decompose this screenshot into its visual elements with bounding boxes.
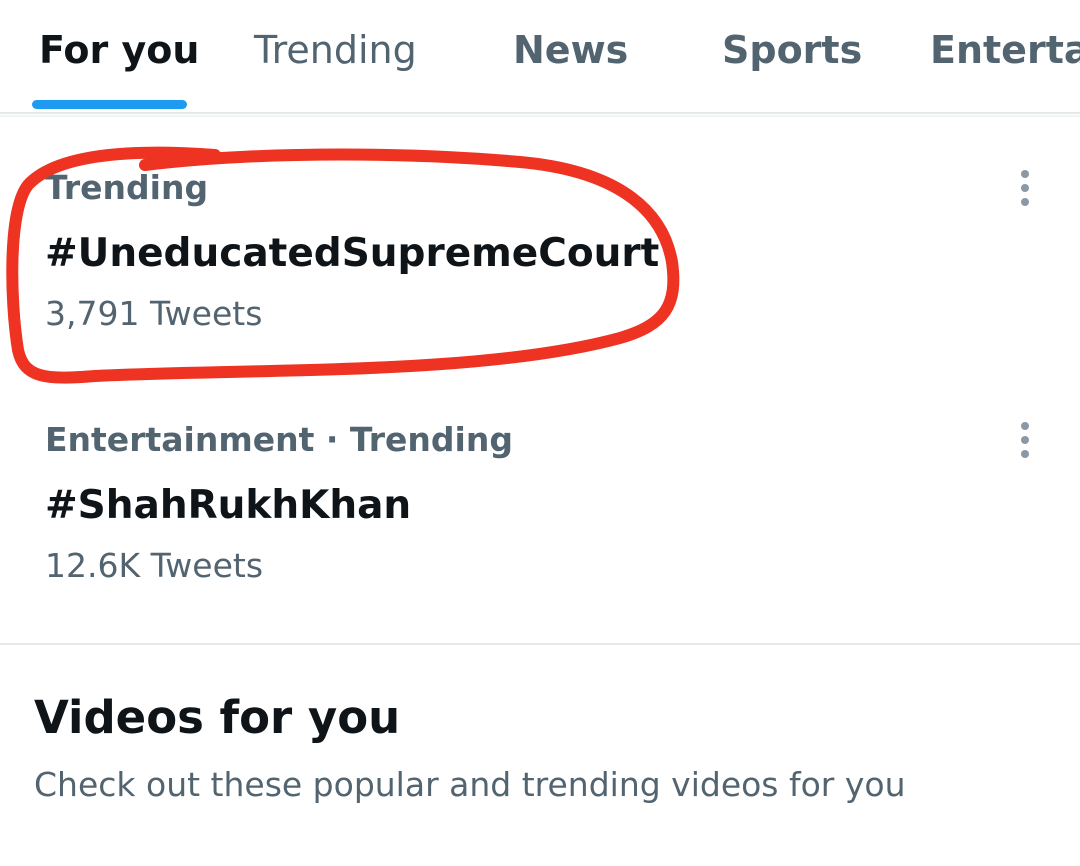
more-vertical-icon[interactable] bbox=[1008, 420, 1042, 464]
trend-item[interactable]: Trending #UneducatedSupremeCourt 3,791 T… bbox=[0, 168, 1080, 408]
tabbar-divider bbox=[0, 115, 1080, 117]
more-vertical-icon[interactable] bbox=[1008, 168, 1042, 212]
tab-news[interactable]: News bbox=[513, 26, 628, 74]
trend-context: Entertainment · Trending bbox=[45, 420, 513, 459]
videos-section-title: Videos for you bbox=[34, 691, 401, 744]
trend-topic: #UneducatedSupremeCourt bbox=[45, 231, 660, 276]
trend-context: Trending bbox=[45, 168, 209, 207]
explore-tab-bar: For you Trending News Sports Entertai bbox=[0, 0, 1080, 114]
videos-section-subtitle: Check out these popular and trending vid… bbox=[34, 765, 906, 804]
active-tab-indicator bbox=[32, 100, 187, 109]
trend-tweet-count: 12.6K Tweets bbox=[45, 546, 264, 585]
section-divider bbox=[0, 643, 1080, 645]
trend-item[interactable]: Entertainment · Trending #ShahRukhKhan 1… bbox=[0, 420, 1080, 660]
trend-tweet-count: 3,791 Tweets bbox=[45, 294, 263, 333]
trend-topic: #ShahRukhKhan bbox=[45, 483, 412, 528]
tab-for-you[interactable]: For you bbox=[39, 26, 199, 74]
tab-entertainment[interactable]: Entertai bbox=[930, 26, 1080, 74]
tab-trending[interactable]: Trending bbox=[254, 26, 417, 74]
tab-sports[interactable]: Sports bbox=[722, 26, 862, 74]
